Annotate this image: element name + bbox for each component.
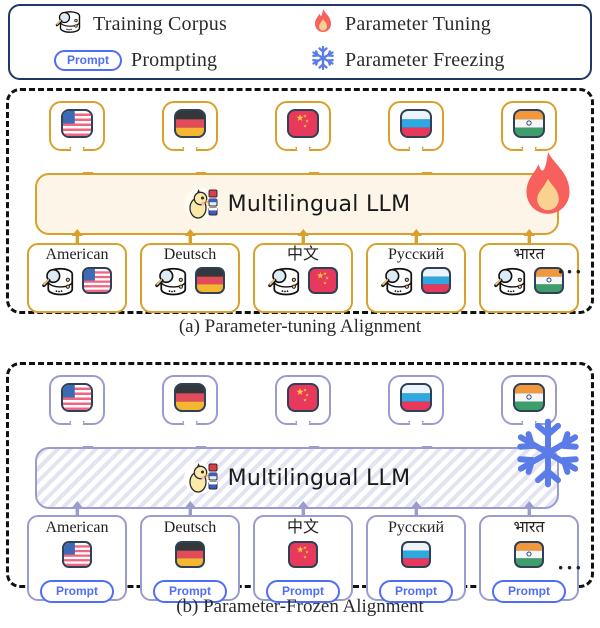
bubble-tail [408, 421, 424, 434]
caption-b: (b) Parameter-Frozen Alignment [176, 596, 424, 617]
language-card[interactable]: American [27, 243, 127, 313]
snowflake-icon-large [509, 413, 587, 498]
legend-item-training-corpus: Training Corpus [10, 8, 300, 41]
flag-bubble-flag-cn: ★ ★ ★ ★ [275, 101, 331, 160]
flag-de-icon [173, 538, 207, 577]
flag-bubble-flag-in [501, 101, 557, 160]
language-card[interactable]: Deutsch [140, 243, 240, 313]
database-corpus-icon [153, 264, 191, 304]
flag-de-icon [172, 380, 208, 421]
flag-us-icon [59, 106, 95, 147]
legend-label-prompting: Prompting [131, 48, 218, 71]
flag-bubble-flag-us [49, 375, 105, 434]
bubble-tail [182, 421, 198, 434]
flag-bubble-flag-de [162, 375, 218, 434]
card-icons: ★ ★ ★ ★ [266, 264, 340, 304]
parrot-mascot-icon [183, 184, 218, 224]
language-card[interactable]: 中文 ★ ★ ★ ★ Prompt [253, 515, 353, 603]
language-card[interactable]: Deutsch Prompt [140, 515, 240, 603]
flag-bubble-row-b: ★ ★ ★ ★ [19, 375, 587, 456]
legend-label-parameter-freezing: Parameter Freezing [345, 48, 505, 71]
fire-icon [310, 8, 336, 41]
bubble-tail [295, 421, 311, 434]
prompt-pill-icon: Prompt [54, 49, 122, 71]
database-corpus-icon [492, 264, 530, 304]
flag-us-icon [60, 538, 94, 577]
flag-in-icon [512, 538, 546, 577]
language-label: Русский [388, 519, 444, 536]
parrot-mascot-icon [183, 458, 218, 498]
flag-ru-icon [398, 106, 434, 147]
caption-a: (a) Parameter-tuning Alignment [178, 316, 422, 337]
flag-bubble-flag-us [49, 101, 105, 160]
flag-bubble-flag-ru [388, 101, 444, 160]
card-icons: ★ ★ ★ ★ [286, 538, 320, 577]
bubble-tail [295, 147, 311, 160]
legend-item-prompting: Prompt Prompting [10, 49, 300, 72]
flag-cn-icon: ★ ★ ★ ★ [285, 380, 321, 421]
ellipsis-a: ··· [557, 259, 584, 284]
database-corpus-icon [54, 8, 84, 41]
flag-bubble-row-a: ★ ★ ★ ★ [19, 101, 587, 182]
flag-us-icon [80, 264, 114, 303]
legend-item-parameter-freezing: Parameter Freezing [300, 44, 594, 77]
flag-bubble-flag-de [162, 101, 218, 160]
card-icons [512, 538, 546, 577]
bubble-tail [408, 147, 424, 160]
language-card[interactable]: 中文 ★ ★ ★ ★ [253, 243, 353, 313]
flag-in-icon [511, 106, 547, 147]
flag-ru-icon [398, 380, 434, 421]
language-label: भारत [513, 519, 545, 536]
model-label-a: Multilingual LLM [227, 191, 411, 217]
flag-us-icon [59, 380, 95, 421]
card-icons [379, 264, 453, 304]
language-card[interactable]: Русский [366, 243, 466, 313]
svg-text:★: ★ [303, 554, 307, 559]
flag-ru-icon [419, 264, 453, 303]
svg-text:★: ★ [323, 281, 327, 286]
flag-cn-icon: ★ ★ ★ ★ [306, 264, 340, 303]
model-label-b: Multilingual LLM [227, 465, 411, 491]
language-label: Deutsch [163, 246, 217, 263]
language-label: Deutsch [163, 519, 217, 536]
snowflake-icon [310, 44, 336, 77]
multilingual-llm-box-b: Multilingual LLM [35, 447, 559, 509]
language-label: भारत [513, 246, 545, 263]
database-corpus-icon [40, 264, 78, 304]
legend-item-parameter-tuning: Parameter Tuning [300, 8, 594, 41]
database-corpus-icon [379, 264, 417, 304]
multilingual-llm-box-a: Multilingual LLM [35, 173, 559, 235]
bubble-tail [69, 147, 85, 160]
database-corpus-icon [266, 264, 304, 304]
language-card[interactable]: Русский Prompt [366, 515, 466, 603]
card-icons [492, 264, 566, 304]
card-icons [399, 538, 433, 577]
card-icons [60, 538, 94, 577]
flag-bubble-flag-ru [388, 375, 444, 434]
card-icons [153, 264, 227, 304]
flag-de-icon [193, 264, 227, 303]
language-label: Русский [388, 246, 444, 263]
card-icons [173, 538, 207, 577]
parameter-frozen-panel: ★ ★ ★ ★ Multilingual LLM American Prompt… [6, 362, 594, 603]
ellipsis-b: ··· [557, 555, 584, 580]
legend-label-training-corpus: Training Corpus [93, 12, 227, 35]
fire-icon-large [513, 149, 583, 230]
legend-label-parameter-tuning: Parameter Tuning [345, 12, 491, 35]
language-label: American [45, 519, 109, 536]
language-card[interactable]: American Prompt [27, 515, 127, 603]
language-label: 中文 [286, 246, 319, 263]
flag-cn-icon: ★ ★ ★ ★ [286, 538, 320, 577]
bubble-tail [182, 147, 198, 160]
flag-cn-icon: ★ ★ ★ ★ [285, 106, 321, 147]
bubble-tail [69, 421, 85, 434]
legend-box: Training Corpus Parameter Tuning Prompt … [8, 4, 592, 80]
card-icons [40, 264, 114, 304]
parameter-tuning-panel: ★ ★ ★ ★ Multilingual LLM American Deutsc… [6, 88, 594, 314]
language-label: American [45, 246, 109, 263]
flag-bubble-flag-cn: ★ ★ ★ ★ [275, 375, 331, 434]
flag-de-icon [172, 106, 208, 147]
language-label: 中文 [286, 519, 319, 536]
flag-ru-icon [399, 538, 433, 577]
